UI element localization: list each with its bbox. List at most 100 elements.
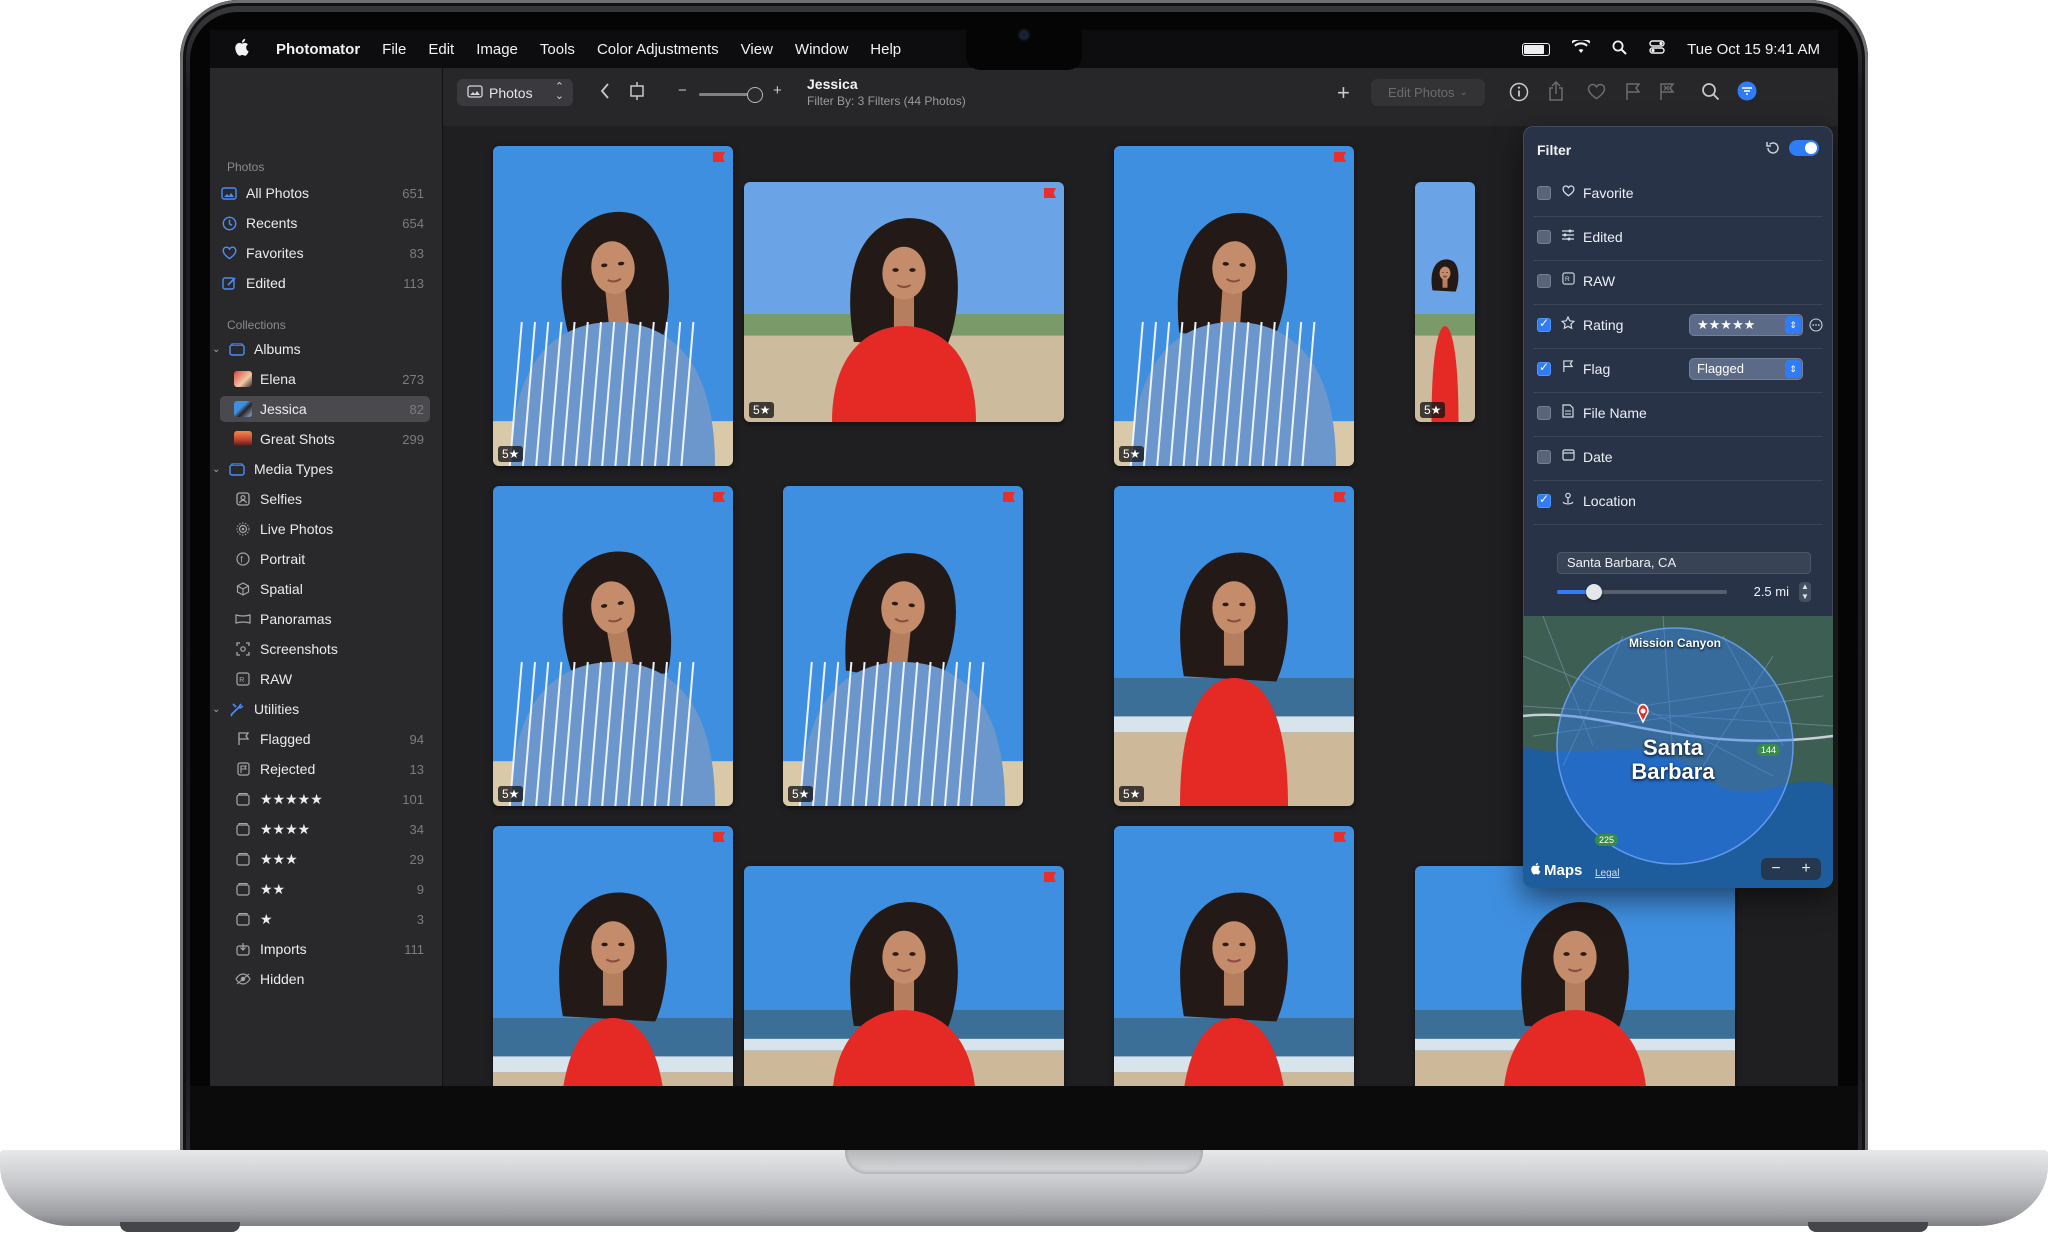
sidebar-item-rating-4[interactable]: ★★★★ 34 xyxy=(220,816,430,842)
chevron-down-icon[interactable]: ⌄ xyxy=(212,344,224,355)
route-shield: 225 xyxy=(1595,834,1619,846)
filter-icon[interactable] xyxy=(1737,81,1757,106)
sidebar-item-panoramas[interactable]: Panoramas xyxy=(220,606,430,632)
favorite-heart-icon[interactable] xyxy=(1587,83,1606,105)
share-icon[interactable] xyxy=(1547,80,1565,107)
location-map[interactable]: Mission Canyon Santa Barbara 144 225 Map… xyxy=(1523,616,1833,888)
laptop-foot-right xyxy=(1808,1222,1928,1232)
location-input[interactable]: Santa Barbara, CA xyxy=(1557,552,1811,574)
sidebar-item-live-photos[interactable]: Live Photos xyxy=(220,516,430,542)
menu-color-adjustments[interactable]: Color Adjustments xyxy=(597,41,719,58)
control-center-icon[interactable] xyxy=(1649,40,1665,58)
zoom-slider-knob[interactable] xyxy=(747,87,763,103)
filter-checkbox[interactable] xyxy=(1537,316,1551,332)
menu-help[interactable]: Help xyxy=(870,41,901,58)
wifi-icon[interactable] xyxy=(1571,37,1592,58)
filter-label: File Name xyxy=(1583,405,1647,421)
filter-checkbox[interactable] xyxy=(1537,360,1551,376)
photo-thumbnail[interactable]: 5★ xyxy=(744,182,1064,422)
search-icon[interactable] xyxy=(1701,82,1720,106)
zoom-out-icon[interactable]: − xyxy=(678,82,687,99)
menu-app-name[interactable]: Photomator xyxy=(276,41,360,58)
sidebar-item-portrait[interactable]: f Portrait xyxy=(220,546,430,572)
menu-window[interactable]: Window xyxy=(795,41,848,58)
photo-thumbnail[interactable] xyxy=(744,866,1064,1086)
filter-checkbox[interactable] xyxy=(1537,450,1551,464)
sidebar-group-media-types[interactable]: ⌄ Media Types xyxy=(212,456,430,482)
sidebar-item-count: 29 xyxy=(409,851,424,867)
sidebar-item-hidden[interactable]: Hidden xyxy=(220,966,430,992)
photo-thumbnail[interactable]: 5★ xyxy=(493,146,733,466)
edit-photos-button[interactable]: Edit Photos ⌄ xyxy=(1371,79,1485,106)
photo-thumbnail[interactable] xyxy=(493,826,733,1086)
chevron-down-icon[interactable]: ⌄ xyxy=(212,464,224,475)
sidebar-item-rejected[interactable]: Rejected 13 xyxy=(220,756,430,782)
sidebar-item-recents[interactable]: Recents 654 xyxy=(220,210,430,236)
add-icon[interactable]: + xyxy=(1337,80,1350,106)
sidebar-item-album-great-shots[interactable]: Great Shots 299 xyxy=(220,426,430,452)
sidebar-item-flagged[interactable]: Flagged 94 xyxy=(220,726,430,752)
radius-stepper[interactable]: ▲ ▼ xyxy=(1799,582,1811,602)
sidebar-item-rating-1[interactable]: ★ 3 xyxy=(220,906,430,932)
filter-checkbox[interactable] xyxy=(1537,186,1551,200)
filter-value-popup[interactable]: Flagged ⇕ xyxy=(1689,358,1803,380)
menu-clock[interactable]: Tue Oct 15 9:41 AM xyxy=(1687,41,1820,58)
filter-value-popup[interactable]: ★★★★★ ⇕ xyxy=(1689,314,1803,336)
battery-icon[interactable] xyxy=(1522,42,1551,56)
sidebar-item-raw[interactable]: R RAW xyxy=(220,666,430,692)
photo-thumbnail[interactable]: 5★ xyxy=(493,486,733,806)
flag-icon[interactable] xyxy=(1625,82,1642,106)
radius-slider-knob[interactable] xyxy=(1586,584,1603,600)
photo-thumbnail[interactable]: 5★ xyxy=(1114,146,1354,466)
info-icon[interactable] xyxy=(1509,82,1529,107)
sidebar-item-spatial[interactable]: Spatial xyxy=(220,576,430,602)
sidebar-item-imports[interactable]: Imports 111 xyxy=(220,936,430,962)
sidebar-item-all-photos[interactable]: All Photos 651 xyxy=(220,180,430,206)
route-shield: 144 xyxy=(1757,744,1781,756)
photo-image xyxy=(1114,486,1354,806)
filter-checkbox[interactable] xyxy=(1537,406,1551,420)
menu-image[interactable]: Image xyxy=(476,41,518,58)
photo-thumbnail[interactable]: 5★ xyxy=(1415,182,1475,422)
chevron-down-icon[interactable]: ⌄ xyxy=(212,704,224,715)
sidebar-item-rating-5[interactable]: ★★★★★ 101 xyxy=(220,786,430,812)
sidebar-item-selfies[interactable]: Selfies xyxy=(220,486,430,512)
map-zoom-in-icon[interactable]: + xyxy=(1791,858,1821,880)
map-zoom-out-icon[interactable]: − xyxy=(1761,858,1791,880)
zoom-slider-track[interactable] xyxy=(699,93,749,96)
menu-tools[interactable]: Tools xyxy=(540,41,575,58)
sidebar-item-rating-3[interactable]: ★★★ 29 xyxy=(220,846,430,872)
menu-edit[interactable]: Edit xyxy=(428,41,454,58)
sidebar-group-albums[interactable]: ⌄ Albums xyxy=(212,336,430,362)
spotlight-search-icon[interactable] xyxy=(1612,40,1627,59)
view-popup-label: Photos xyxy=(489,84,533,101)
zoom-in-icon[interactable]: + xyxy=(773,82,782,99)
sidebar-item-label: Screenshots xyxy=(260,641,338,657)
sidebar-item-favorites[interactable]: Favorites 83 xyxy=(220,240,430,266)
sidebar-item-screenshots[interactable]: Screenshots xyxy=(220,636,430,662)
map-legal-link[interactable]: Legal xyxy=(1595,868,1619,879)
reset-icon[interactable] xyxy=(1765,140,1781,159)
photo-thumbnail[interactable] xyxy=(1415,866,1735,1086)
back-chevron-icon[interactable] xyxy=(599,82,611,105)
menu-view[interactable]: View xyxy=(741,41,773,58)
menu-file[interactable]: File xyxy=(382,41,406,58)
sidebar-item-rating-2[interactable]: ★★ 9 xyxy=(220,876,430,902)
photo-thumbnail[interactable]: 5★ xyxy=(1114,486,1354,806)
filter-checkbox[interactable] xyxy=(1537,230,1551,244)
more-options-icon[interactable] xyxy=(1809,318,1823,335)
sidebar-group-utilities[interactable]: ⌄ Utilities xyxy=(212,696,430,722)
filter-label: Edited xyxy=(1583,229,1623,245)
filter-checkbox[interactable] xyxy=(1537,492,1551,508)
reject-flag-icon[interactable] xyxy=(1659,82,1676,106)
view-popup-button[interactable]: Photos ⌃ ⌄ xyxy=(457,79,573,106)
photo-thumbnail[interactable]: 5★ xyxy=(783,486,1023,806)
filter-enabled-toggle[interactable] xyxy=(1789,140,1819,156)
sidebar-item-edited[interactable]: Edited 113 xyxy=(220,270,430,296)
filter-checkbox[interactable] xyxy=(1537,274,1551,288)
rotate-crop-icon[interactable] xyxy=(627,81,647,106)
apple-logo-icon[interactable] xyxy=(232,38,254,61)
photo-thumbnail[interactable] xyxy=(1114,826,1354,1086)
sidebar-item-album-jessica[interactable]: Jessica 82 xyxy=(220,396,430,422)
sidebar-item-album-elena[interactable]: Elena 273 xyxy=(220,366,430,392)
